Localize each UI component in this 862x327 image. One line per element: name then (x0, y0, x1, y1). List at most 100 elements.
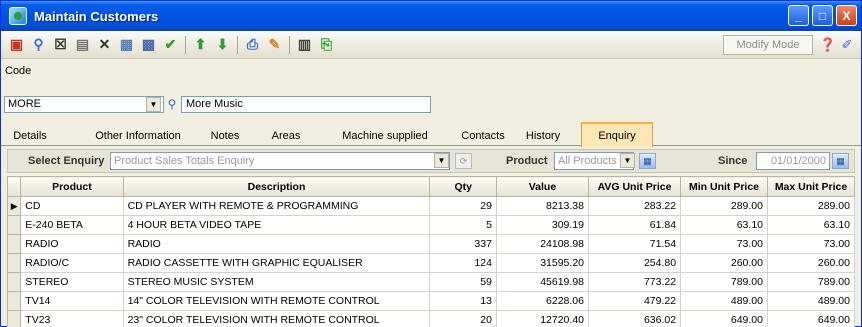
window-controls: _ □ X (788, 5, 857, 26)
pin-icon[interactable]: ✎ (265, 35, 284, 54)
toolbar-separator (289, 35, 290, 54)
table-row[interactable]: TV14 14" COLOR TELEVISION WITH REMOTE CON… (6, 291, 855, 311)
maximize-button[interactable]: □ (812, 5, 833, 26)
save-icon[interactable]: ▩ (139, 35, 158, 54)
cell-max-unit-price: 289.00 (767, 196, 855, 216)
column-header-qty[interactable]: Qty (429, 176, 497, 197)
title-bar[interactable]: Maintain Customers _ □ X (1, 1, 861, 31)
tab-notes[interactable]: Notes (203, 126, 247, 146)
table-row[interactable]: ▶ CD CD PLAYER WITH REMOTE & PROGRAMMING 29… (6, 196, 855, 216)
cell-avg-unit-price: 773.22 (587, 272, 682, 292)
cell-avg-unit-price: 479.22 (587, 291, 682, 311)
confirm-icon[interactable]: ✔ (161, 35, 180, 54)
column-header-value[interactable]: Value (495, 176, 590, 197)
row-indicator[interactable] (6, 234, 22, 254)
tab-areas[interactable]: Areas (263, 126, 309, 146)
table-row[interactable]: STEREO STEREO MUSIC SYSTEM 59 45619.98 773.2… (6, 272, 855, 292)
column-header-product[interactable]: Product (20, 176, 124, 197)
row-indicator[interactable] (6, 215, 22, 235)
tab-machine-supplied[interactable]: Machine supplied (325, 126, 445, 146)
calendar-icon[interactable]: ▦ (832, 153, 849, 169)
cell-description: 4 HOUR BETA VIDEO TAPE (122, 215, 431, 235)
cell-avg-unit-price: 61.84 (587, 215, 682, 235)
new-record-icon[interactable]: ▣ (7, 35, 26, 54)
column-header-max-unit-price[interactable]: Max Unit Price (767, 176, 855, 197)
refresh-icon[interactable]: ⟳ (455, 153, 472, 169)
copy-icon[interactable]: ▤ (73, 35, 92, 54)
row-indicator[interactable] (6, 310, 22, 327)
edit-icon[interactable]: ☒ (51, 35, 70, 54)
cell-avg-unit-price: 254.80 (587, 253, 682, 273)
cell-avg-unit-price: 636.02 (587, 310, 682, 327)
export-icon[interactable]: ⎘ (317, 35, 336, 54)
cell-value: 6228.06 (495, 291, 590, 311)
cell-qty: 20 (429, 310, 497, 327)
cell-value: 31595.20 (495, 253, 590, 273)
table-row[interactable]: TV23 23" COLOR TELEVISION WITH REMOTE CON… (6, 310, 855, 327)
table-body: ▶ CD CD PLAYER WITH REMOTE & PROGRAMMING 29… (6, 196, 855, 327)
find-icon[interactable]: ⚲ (29, 35, 48, 54)
pencil-icon[interactable]: ✐ (838, 36, 856, 54)
table-row[interactable]: RADIO RADIO 337 24108.98 71.54 73.00 73.00 (6, 234, 855, 254)
cell-product: STEREO (20, 272, 124, 292)
product-lookup-icon[interactable]: ▦ (639, 153, 656, 169)
delete-icon[interactable]: ✕ (95, 35, 114, 54)
cell-max-unit-price: 73.00 (767, 234, 855, 254)
cell-min-unit-price: 260.00 (680, 253, 768, 273)
table-row[interactable]: E-240 BETA 4 HOUR BETA VIDEO TAPE 5 309.19 6… (6, 215, 855, 235)
since-date-field[interactable]: 01/01/2000 (756, 152, 830, 170)
row-indicator[interactable] (6, 291, 22, 311)
move-down-icon[interactable]: ⬇ (213, 35, 232, 54)
select-enquiry-field[interactable]: Product Sales Totals Enquiry (110, 152, 450, 170)
maintain-customers-window: Maintain Customers _ □ X ▣ ⚲ ☒ ▤ ✕ ▦ ▩ ✔… (0, 0, 862, 327)
product-sales-table: Product Description Qty Value AVG Unit P… (6, 176, 855, 327)
row-indicator[interactable]: ▶ (6, 196, 22, 216)
cell-product: RADIO (20, 234, 124, 254)
cell-min-unit-price: 649.00 (680, 310, 768, 327)
cell-description: RADIO (122, 234, 431, 254)
search-icon[interactable]: ⚲ (164, 96, 180, 112)
customer-name-field[interactable]: More Music (181, 96, 431, 113)
cell-max-unit-price: 649.00 (767, 310, 855, 327)
code-input[interactable]: MORE (4, 96, 164, 113)
help-icon[interactable]: ❓ (819, 36, 837, 54)
tab-history[interactable]: History (517, 126, 569, 146)
form-icon[interactable]: ▦ (117, 35, 136, 54)
tab-details[interactable]: Details (3, 126, 57, 146)
column-header-avg-unit-price[interactable]: AVG Unit Price (587, 176, 682, 197)
close-button[interactable]: X (836, 5, 857, 26)
cell-product: TV14 (20, 291, 124, 311)
print-icon[interactable]: ⎙ (243, 35, 262, 54)
cell-value: 12720.40 (495, 310, 590, 327)
cell-description: 14" COLOR TELEVISION WITH REMOTE CONTROL (122, 291, 431, 311)
minimize-button[interactable]: _ (788, 5, 809, 26)
cell-min-unit-price: 73.00 (680, 234, 768, 254)
mode-indicator: Modify Mode (723, 35, 813, 55)
enquiry-bar: Select Enquiry Product Sales Totals Enqu… (7, 149, 855, 173)
cell-product: TV23 (20, 310, 124, 327)
table-header-row: Product Description Qty Value AVG Unit P… (6, 176, 855, 197)
row-indicator[interactable] (6, 253, 22, 273)
cell-max-unit-price: 489.00 (767, 291, 855, 311)
product-dropdown[interactable]: ▼ (620, 153, 635, 168)
toolbar: ▣ ⚲ ☒ ▤ ✕ ▦ ▩ ✔ ⬆ ⬇ ⎙ ✎ ▥ ⎘ Modify Mode … (1, 31, 861, 59)
move-up-icon[interactable]: ⬆ (191, 35, 210, 54)
cell-qty: 124 (429, 253, 497, 273)
select-enquiry-dropdown[interactable]: ▼ (434, 153, 449, 168)
cell-qty: 59 (429, 272, 497, 292)
tab-other-information[interactable]: Other Information (83, 126, 193, 146)
code-label: Code (5, 65, 32, 77)
tab-enquiry[interactable]: Enquiry (581, 122, 653, 147)
cell-min-unit-price: 489.00 (680, 291, 768, 311)
column-header-description[interactable]: Description (122, 176, 431, 197)
table-row[interactable]: RADIO/C RADIO CASSETTE WITH GRAPHIC EQUAL… (6, 253, 855, 273)
app-icon (9, 7, 27, 25)
code-dropdown-button[interactable]: ▼ (146, 97, 161, 112)
column-header-min-unit-price[interactable]: Min Unit Price (680, 176, 768, 197)
since-label: Since (718, 155, 748, 167)
columns-icon[interactable]: ▥ (295, 35, 314, 54)
cell-value: 309.19 (495, 215, 590, 235)
cell-avg-unit-price: 283.22 (587, 196, 682, 216)
tab-contacts[interactable]: Contacts (453, 126, 513, 146)
row-indicator[interactable] (6, 272, 22, 292)
